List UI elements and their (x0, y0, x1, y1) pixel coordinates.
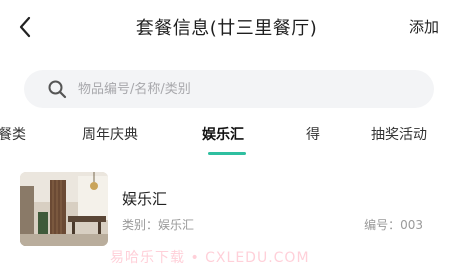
list-item[interactable]: 娱乐汇 类别：娱乐汇 编号：003 (20, 170, 433, 250)
code-value: 003 (400, 218, 423, 232)
item-name: 娱乐汇 (122, 190, 168, 208)
search-icon (46, 78, 68, 100)
app-screen: 套餐信息(廿三里餐厅) 添加 餐类 周年庆典 娱乐汇 得 抽奖活动 (0, 0, 453, 278)
item-thumbnail (20, 172, 108, 246)
category-value: 娱乐汇 (158, 218, 195, 232)
watermark: 易哈乐下载 • CXLEDU.COM (110, 250, 310, 266)
item-category: 类别：娱乐汇 (122, 216, 194, 233)
tab-entertainment[interactable]: 娱乐汇 (202, 124, 244, 144)
page-title: 套餐信息(廿三里餐厅) (135, 18, 318, 39)
top-bar: 套餐信息(廿三里餐厅) 添加 (0, 0, 453, 56)
search-input[interactable] (78, 81, 378, 97)
category-tabs: 餐类 周年庆典 娱乐汇 得 抽奖活动 (0, 118, 453, 158)
tab-canlei[interactable]: 餐类 (0, 124, 26, 144)
add-button[interactable]: 添加 (409, 16, 439, 37)
tab-lottery[interactable]: 抽奖活动 (371, 124, 427, 144)
active-tab-indicator (208, 152, 246, 155)
tab-de[interactable]: 得 (306, 124, 320, 144)
item-code: 编号：003 (364, 216, 423, 233)
category-label: 类别： (122, 218, 159, 232)
code-label: 编号： (364, 218, 401, 232)
search-bar[interactable] (24, 70, 434, 108)
tab-anniversary[interactable]: 周年庆典 (82, 124, 138, 144)
